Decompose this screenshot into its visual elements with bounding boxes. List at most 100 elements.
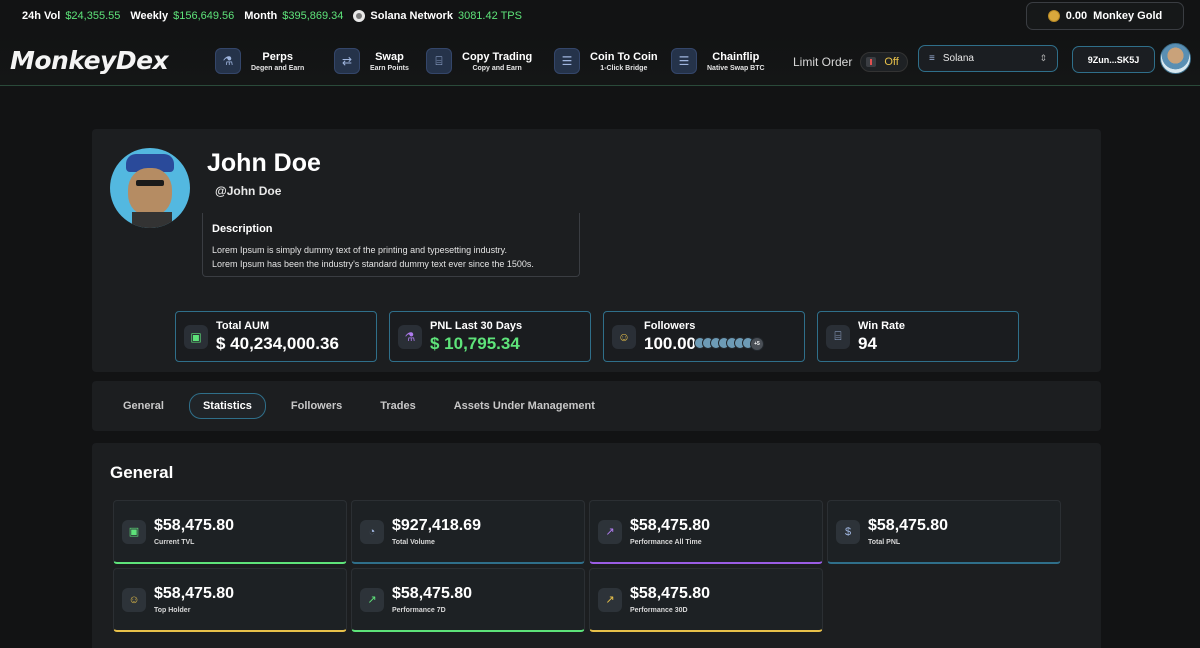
flask-icon: ⚗ <box>398 324 422 349</box>
card-value: $58,475.80 <box>868 517 949 534</box>
stat-label: PNL Last 30 Days <box>430 319 523 332</box>
tab-trades[interactable]: Trades <box>367 394 428 418</box>
nav-swap-sub: Earn Points <box>370 64 409 72</box>
general-section: General ▣ $58,475.80 Current TVL ◔ $927,4… <box>92 443 1101 648</box>
money-icon: ▣ <box>184 324 208 349</box>
stat-win-rate: ⌸ Win Rate 94 <box>817 311 1019 362</box>
network-label: Solana Network <box>370 10 453 22</box>
solana-icon: ≡ <box>929 53 935 64</box>
stat-value: 100.00 <box>644 333 696 353</box>
network-select[interactable]: ≡ Solana ⇕ <box>918 45 1058 72</box>
nav-chainflip-title: Chainflip <box>712 50 760 63</box>
nav-swap[interactable]: ⇄ Swap Earn Points <box>334 48 409 74</box>
stat-label: Total AUM <box>216 319 270 332</box>
card-performance-30d: ↗ $58,475.80 Performance 30D <box>589 568 823 632</box>
nav-copy-sub: Copy and Earn <box>472 64 522 72</box>
monkey-gold-button[interactable]: 0.00 Monkey Gold <box>1026 2 1184 30</box>
chevron-updown-icon: ⇕ <box>1039 53 1047 63</box>
profile-card: John Doe @John Doe Description Lorem Ips… <box>92 129 1101 372</box>
nav-perps-title: Perps <box>262 50 293 63</box>
user-icon: ☺ <box>612 324 636 349</box>
tab-general[interactable]: General <box>110 394 177 418</box>
stat-pnl-30d: ⚗ PNL Last 30 Days $ 10,795.34 <box>389 311 591 362</box>
limit-order: Limit Order Off <box>793 52 909 72</box>
nav-swap-title: Swap <box>375 50 404 63</box>
tab-followers[interactable]: Followers <box>278 394 355 418</box>
limit-order-label: Limit Order <box>793 55 853 69</box>
vol24h-label: 24h Vol <box>22 10 61 22</box>
network-select-value: Solana <box>942 53 974 64</box>
stat-total-aum: ▣ Total AUM $ 40,234,000.36 <box>175 311 377 362</box>
user-icon: ☺ <box>122 587 146 612</box>
nav-copy-title: Copy Trading <box>462 50 533 63</box>
database-icon: ☰ <box>671 48 697 74</box>
stat-followers[interactable]: ☺ Followers 100.00 +5 <box>603 311 805 362</box>
card-label: Current TVL <box>154 539 195 546</box>
toggle-knob <box>866 57 877 67</box>
card-label: Total PNL <box>868 539 901 546</box>
card-value: $58,475.80 <box>392 585 473 602</box>
month-value: $395,869.34 <box>282 10 344 22</box>
tab-statistics[interactable]: Statistics <box>188 393 266 419</box>
gold-label: Monkey Gold <box>1093 10 1163 22</box>
weekly-value: $156,649.56 <box>173 10 235 22</box>
description-title: Description <box>212 223 273 235</box>
card-value: $58,475.80 <box>154 585 235 602</box>
card-label: Performance 30D <box>630 607 688 614</box>
trend-icon: ↗ <box>360 587 384 612</box>
nav-coin-to-coin[interactable]: ☰ Coin To Coin 1-Click Bridge <box>554 48 658 74</box>
pie-icon: ◔ <box>360 519 384 544</box>
wallet-button[interactable]: 9Zun...SK5J <box>1072 46 1155 73</box>
profile-handle: @John Doe <box>215 184 282 198</box>
followers-more-badge: +5 <box>750 337 764 352</box>
trend-icon: ↗ <box>598 519 622 544</box>
nav-c2c-title: Coin To Coin <box>590 50 658 63</box>
navbar: MonkeyDex ⚗ Perps Degen and Earn ⇄ Swap Ea… <box>0 34 1200 86</box>
card-label: Performance 7D <box>392 607 446 614</box>
nav-perps[interactable]: ⚗ Perps Degen and Earn <box>215 48 304 74</box>
nav-c2c-sub: 1-Click Bridge <box>600 64 648 72</box>
logo[interactable]: MonkeyDex <box>10 46 169 75</box>
solana-icon <box>353 10 366 22</box>
chart-board-icon: ⌸ <box>426 48 452 74</box>
description-line-2: Lorem Ipsum has been the industry's stan… <box>212 259 534 269</box>
vol24h-value: $24,355.55 <box>65 10 121 22</box>
section-title: General <box>110 463 174 482</box>
card-label: Total Volume <box>392 539 435 546</box>
nav-chainflip[interactable]: ☰ Chainflip Native Swap BTC <box>671 48 765 74</box>
stat-label: Followers <box>644 319 696 332</box>
limit-order-state: Off <box>884 56 899 68</box>
card-label: Performance All Time <box>630 539 702 546</box>
profile-tabs: General Statistics Followers Trades Asse… <box>92 381 1101 431</box>
nav-chainflip-sub: Native Swap BTC <box>707 64 765 72</box>
stat-label: Win Rate <box>858 319 905 332</box>
weekly-label: Weekly <box>130 10 169 22</box>
card-value: $58,475.80 <box>154 517 235 534</box>
stat-value: $ 40,234,000.36 <box>216 333 339 353</box>
coin-icon <box>1047 10 1060 22</box>
gold-amount: 0.00 <box>1065 10 1088 22</box>
card-top-holder: ☺ $58,475.80 Top Holder <box>113 568 347 632</box>
swap-icon: ⇄ <box>334 48 360 74</box>
chart-board-icon: ⌸ <box>826 324 850 349</box>
card-value: $58,475.80 <box>630 585 711 602</box>
tab-aum[interactable]: Assets Under Management <box>441 394 608 418</box>
card-performance-all-time: ↗ $58,475.80 Performance All Time <box>589 500 823 564</box>
trend-icon: ↗ <box>598 587 622 612</box>
nav-copy-trading[interactable]: ⌸ Copy Trading Copy and Earn <box>426 48 532 74</box>
profile-name: John Doe <box>207 149 321 177</box>
nav-perps-sub: Degen and Earn <box>251 64 305 72</box>
stats-bar: 24h Vol $24,355.55 Weekly $156,649.56 Mo… <box>0 0 1200 32</box>
database-icon: ☰ <box>554 48 580 74</box>
tps-value: 3081.42 TPS <box>457 10 522 22</box>
profile-description: Description Lorem Ipsum is simply dummy … <box>202 213 580 277</box>
user-avatar[interactable] <box>1160 43 1191 74</box>
limit-order-toggle[interactable]: Off <box>860 52 909 72</box>
card-current-tvl: ▣ $58,475.80 Current TVL <box>113 500 347 564</box>
month-label: Month <box>244 10 278 22</box>
stat-value: 94 <box>858 333 877 353</box>
card-label: Top Holder <box>154 607 191 614</box>
profile-avatar <box>110 148 190 228</box>
card-value: $58,475.80 <box>630 517 711 534</box>
card-total-pnl: $ $58,475.80 Total PNL <box>827 500 1061 564</box>
